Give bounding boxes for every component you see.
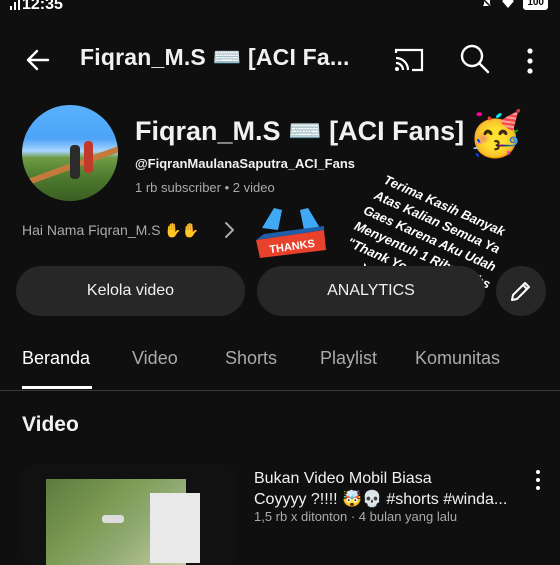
video-meta: 1,5 rb x ditonton · 4 bulan yang lalu — [254, 509, 458, 524]
arrow-left-icon[interactable] — [22, 44, 54, 76]
thanks-sticker: THANKS — [256, 208, 326, 258]
tab-playlist[interactable]: Playlist — [320, 348, 377, 369]
channel-tabs: Beranda Video Shorts Playlist Komunitas — [0, 340, 560, 391]
video-title-line: Coyyyy ?!!!! 🤯💀 #shorts #winda... — [254, 491, 508, 508]
top-bar-title: Fiqran_M.S ⌨️ [ACI Fa... — [80, 44, 350, 70]
tab-shorts[interactable]: Shorts — [225, 348, 277, 369]
cast-icon[interactable] — [392, 44, 426, 76]
more-vert-icon[interactable] — [520, 44, 540, 78]
video-title-line: Bukan Video Mobil Biasa — [254, 470, 432, 487]
analytics-button[interactable]: ANALYTICS — [257, 266, 485, 316]
thumbnail-panel — [150, 493, 200, 563]
section-title: Video — [22, 413, 79, 436]
tab-beranda[interactable]: Beranda — [22, 348, 90, 369]
status-bar: 12:35 100 — [0, 0, 560, 14]
pencil-icon — [511, 282, 530, 301]
manage-videos-button[interactable]: Kelola video — [16, 266, 245, 316]
channel-avatar[interactable] — [22, 105, 118, 201]
channel-handle: @FiqranMaulanaSaputra_ACI_Fans — [135, 156, 356, 171]
chevron-right-icon[interactable] — [222, 219, 238, 241]
channel-description[interactable]: Hai Nama Fiqran_M.S ✋✋ — [22, 222, 199, 239]
wifi-icon — [502, 0, 515, 8]
battery-indicator: 100 — [523, 0, 548, 10]
signal-icon — [10, 0, 20, 10]
status-right: 100 — [481, 0, 548, 10]
top-app-bar: Fiqran_M.S ⌨️ [ACI Fa... — [0, 34, 560, 84]
thumbnail-car — [102, 515, 124, 523]
tab-komunitas[interactable]: Komunitas — [415, 348, 500, 369]
status-time: 12:35 — [22, 0, 63, 13]
tab-video[interactable]: Video — [132, 348, 178, 369]
avatar-person — [70, 145, 80, 179]
party-emoji: 🥳 — [468, 110, 523, 159]
search-icon[interactable] — [458, 42, 492, 76]
video-title[interactable]: Bukan Video Mobil Biasa Coyyyy ?!!!! 🤯💀 … — [254, 468, 544, 510]
bell-off-icon — [483, 0, 493, 9]
edit-channel-button[interactable] — [496, 266, 546, 316]
more-vert-icon[interactable] — [530, 468, 546, 492]
channel-stats: 1 rb subscriber • 2 video — [135, 180, 275, 195]
channel-name: Fiqran_M.S ⌨️ [ACI Fans] — [135, 116, 465, 146]
video-thumbnail[interactable] — [22, 465, 237, 565]
active-tab-indicator — [22, 386, 92, 389]
avatar-person-2 — [84, 141, 93, 173]
